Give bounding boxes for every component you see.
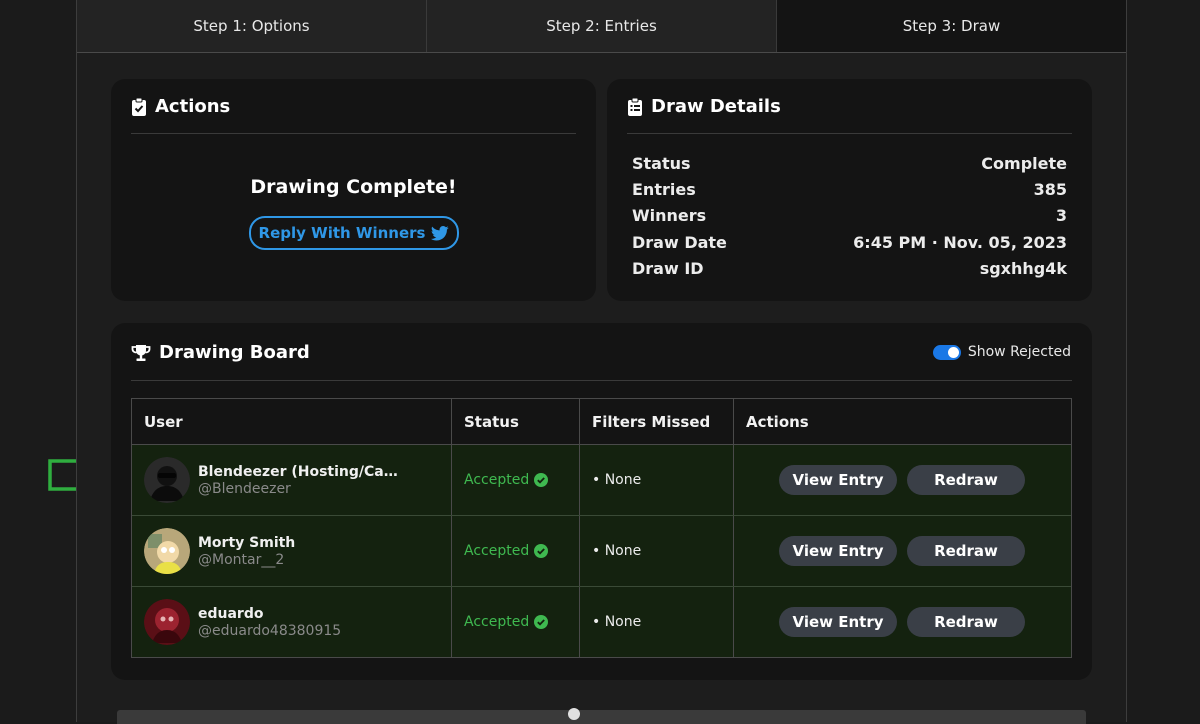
drawing-complete-message: Drawing Complete! xyxy=(250,176,457,198)
row-actions-cell: View Entry Redraw xyxy=(734,587,1071,657)
column-header-actions: Actions xyxy=(734,399,1071,445)
detail-row-draw-date: Draw Date 6:45 PM · Nov. 05, 2023 xyxy=(632,233,1067,252)
table-row: Blendeezer (Hosting/Ca… @Blendeezer Acce… xyxy=(132,445,1071,516)
avatar[interactable] xyxy=(144,599,190,645)
trophy-icon xyxy=(131,344,151,361)
user-cell: Morty Smith @Montar__2 xyxy=(132,516,452,586)
drawing-board-header: Drawing Board xyxy=(131,342,310,363)
status-text: Accepted xyxy=(464,543,530,559)
detail-value: 385 xyxy=(1033,180,1067,199)
user-cell: Blendeezer (Hosting/Ca… @Blendeezer xyxy=(132,445,452,515)
twitter-bird-icon xyxy=(431,225,450,240)
user-handle[interactable]: @Blendeezer xyxy=(198,481,398,497)
redraw-button[interactable]: Redraw xyxy=(907,465,1025,495)
user-info: Morty Smith @Montar__2 xyxy=(198,535,295,568)
check-circle-icon xyxy=(534,473,549,487)
actions-divider xyxy=(131,133,576,134)
tab-step-2-entries[interactable]: Step 2: Entries xyxy=(427,0,777,52)
show-rejected-control: Show Rejected xyxy=(932,344,1071,360)
detail-label: Entries xyxy=(632,180,696,199)
drawing-board-divider xyxy=(131,380,1072,381)
actions-title: Actions xyxy=(155,96,231,117)
detail-row-winners: Winners 3 xyxy=(632,206,1067,225)
detail-label: Winners xyxy=(632,206,707,225)
tab-step-1-options[interactable]: Step 1: Options xyxy=(77,0,427,52)
table-body: Blendeezer (Hosting/Ca… @Blendeezer Acce… xyxy=(132,445,1071,657)
avatar[interactable] xyxy=(144,457,190,503)
clipboard-check-icon xyxy=(132,97,146,116)
draw-details-divider xyxy=(627,133,1072,134)
user-display-name[interactable]: Morty Smith xyxy=(198,535,295,551)
status-cell: Accepted xyxy=(452,445,580,515)
redraw-button[interactable]: Redraw xyxy=(907,607,1025,637)
row-actions-cell: View Entry Redraw xyxy=(734,516,1071,586)
bottom-bar-icon xyxy=(568,708,580,720)
actions-header: Actions xyxy=(131,96,230,117)
user-display-name[interactable]: Blendeezer (Hosting/Ca… xyxy=(198,464,398,480)
filters-missed-cell: • None xyxy=(580,516,734,586)
detail-value: 6:45 PM · Nov. 05, 2023 xyxy=(853,233,1067,252)
table-header-row: User Status Filters Missed Actions xyxy=(132,399,1071,445)
step-tabs: Step 1: Options Step 2: Entries Step 3: … xyxy=(77,0,1126,53)
view-entry-button[interactable]: View Entry xyxy=(779,536,897,566)
tab-step-3-draw[interactable]: Step 3: Draw xyxy=(777,0,1126,52)
user-cell: eduardo @eduardo48380915 xyxy=(132,587,452,657)
filters-missed-cell: • None xyxy=(580,587,734,657)
drawing-board-title: Drawing Board xyxy=(159,342,310,363)
filters-missed-cell: • None xyxy=(580,445,734,515)
reply-with-winners-button[interactable]: Reply With Winners xyxy=(249,216,459,250)
column-header-filters-missed: Filters Missed xyxy=(580,399,734,445)
status-cell: Accepted xyxy=(452,516,580,586)
detail-label: Draw ID xyxy=(632,259,704,278)
redraw-button[interactable]: Redraw xyxy=(907,536,1025,566)
avatar[interactable] xyxy=(144,528,190,574)
draw-details-header: Draw Details xyxy=(627,96,781,117)
draw-page: Step 1: Options Step 2: Entries Step 3: … xyxy=(76,0,1127,724)
check-circle-icon xyxy=(534,544,549,558)
actions-card: Actions Drawing Complete! Reply With Win… xyxy=(111,79,596,301)
column-header-user: User xyxy=(132,399,452,445)
user-display-name[interactable]: eduardo xyxy=(198,606,341,622)
detail-value: 3 xyxy=(1055,206,1067,225)
draw-details-card: Draw Details Status Complete Entries 385… xyxy=(607,79,1092,301)
status-text: Accepted xyxy=(464,472,530,488)
clipboard-list-icon xyxy=(628,97,642,116)
user-info: eduardo @eduardo48380915 xyxy=(198,606,341,639)
drawing-board-card: Drawing Board Show Rejected User Status … xyxy=(111,323,1092,680)
show-rejected-toggle[interactable] xyxy=(932,344,961,360)
view-entry-button[interactable]: View Entry xyxy=(779,607,897,637)
winners-table: User Status Filters Missed Actions Blend… xyxy=(131,398,1072,658)
view-entry-button[interactable]: View Entry xyxy=(779,465,897,495)
detail-label: Draw Date xyxy=(632,233,727,252)
column-header-status: Status xyxy=(452,399,580,445)
row-actions-cell: View Entry Redraw xyxy=(734,445,1071,515)
detail-row-entries: Entries 385 xyxy=(632,180,1067,199)
status-text: Accepted xyxy=(464,614,530,630)
user-handle[interactable]: @eduardo48380915 xyxy=(198,623,341,639)
show-rejected-label: Show Rejected xyxy=(967,344,1071,360)
check-circle-icon xyxy=(534,615,549,629)
detail-value: Complete xyxy=(981,154,1067,173)
detail-row-draw-id: Draw ID sgxhhg4k xyxy=(632,259,1067,278)
detail-label: Status xyxy=(632,154,691,173)
detail-value: sgxhhg4k xyxy=(979,259,1067,278)
table-row: eduardo @eduardo48380915 Accepted • None xyxy=(132,587,1071,657)
reply-with-winners-label: Reply With Winners xyxy=(258,224,426,242)
detail-row-status: Status Complete xyxy=(632,154,1067,173)
status-cell: Accepted xyxy=(452,587,580,657)
table-row: Morty Smith @Montar__2 Accepted • None V… xyxy=(132,516,1071,587)
user-handle[interactable]: @Montar__2 xyxy=(198,552,295,568)
draw-details-title: Draw Details xyxy=(651,96,781,117)
user-info: Blendeezer (Hosting/Ca… @Blendeezer xyxy=(198,464,398,497)
